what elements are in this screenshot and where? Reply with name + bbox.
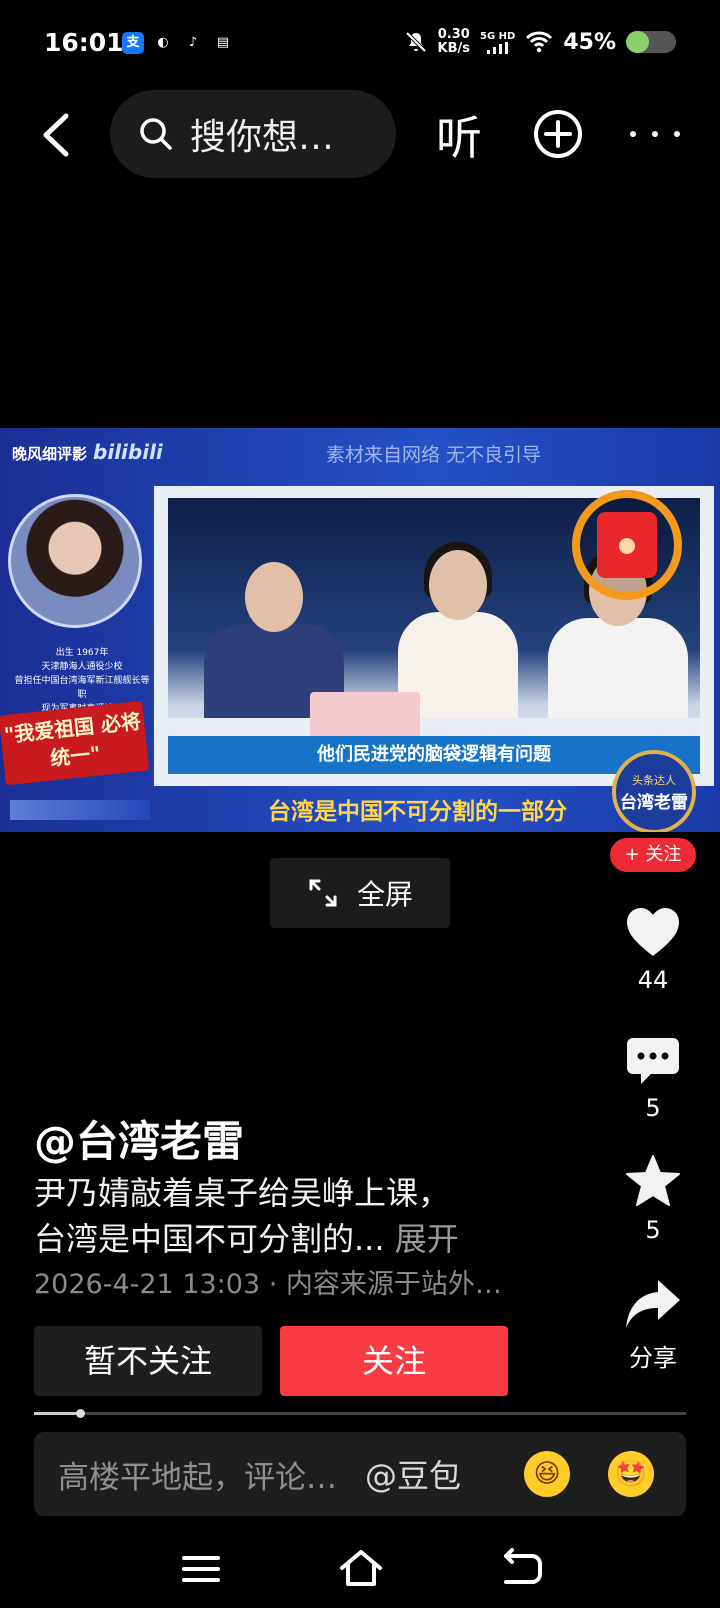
red-packet-icon[interactable] (572, 490, 682, 600)
progress-knob[interactable] (75, 1409, 85, 1418)
bilibili-logo: bilibili (93, 440, 163, 464)
system-nav-bar (0, 1530, 720, 1608)
comment-bubble-icon (627, 1038, 679, 1084)
video-banner-text: 台湾是中国不可分割的一部分 (268, 799, 567, 825)
battery-fill (626, 31, 649, 53)
channel-name: 晚风细评影 (12, 445, 88, 463)
like-count: 44 (637, 966, 669, 994)
not-follow-button[interactable]: 暂不关注 (34, 1326, 262, 1396)
add-circle-icon[interactable] (532, 108, 584, 160)
star-eyes-emoji-icon[interactable]: 🤩 (608, 1451, 654, 1497)
follow-button[interactable]: 关注 (280, 1326, 508, 1396)
bio-line: 曾担任中国台湾海军新江舰舰长等职 (14, 676, 150, 700)
author-name[interactable]: @台湾老雷 (34, 1108, 244, 1169)
panelist-head (245, 562, 303, 632)
menu-icon[interactable] (176, 1544, 226, 1594)
share-arrow-icon (626, 1280, 680, 1328)
net-speed: 0.30 KB/s (438, 28, 470, 56)
search-text: 搜你想… (190, 117, 335, 158)
battery-icon (626, 31, 676, 53)
status-bar: 16:01 支 ◐ ♪ ▤ 0.30 KB/s 5G HD 45% (0, 0, 720, 90)
bio-line: 出生 1967年 (55, 648, 109, 658)
panelist-woman-right (548, 548, 688, 734)
status-right: 0.30 KB/s 5G HD 45% (404, 28, 676, 56)
mute-bell-icon (405, 31, 426, 53)
author-badge[interactable]: 头条达人 台湾老雷 (612, 750, 696, 832)
laughing-emoji-icon[interactable]: 😆 (524, 1451, 570, 1497)
desc-line: 尹乃婧敲着桌子给吴峥上课， (34, 1174, 451, 1212)
top-nav: 搜你想… 听 (0, 90, 720, 180)
badge-tag: 头条达人 (632, 773, 676, 787)
follow-chip-button[interactable]: + 关注 (610, 838, 696, 872)
decorative-strip (10, 800, 150, 820)
comment-button[interactable]: 5 (620, 1036, 686, 1122)
mention-doubao[interactable]: @豆包 (365, 1451, 461, 1497)
follow-actions: 暂不关注 关注 (34, 1326, 508, 1396)
comment-placeholder: 高楼平地起，评论… (58, 1459, 337, 1496)
more-dot (674, 131, 680, 137)
progress-fill (34, 1412, 80, 1415)
fullscreen-button[interactable]: 全屏 (270, 858, 450, 928)
video-channel-watermark: 晚风细评影 bilibili (12, 440, 163, 464)
wallet-icon: ▤ (212, 32, 234, 54)
video-progress-bar[interactable] (34, 1409, 686, 1418)
red-packet-envelope (597, 512, 657, 578)
heart-icon (627, 908, 679, 956)
search-bar[interactable]: 搜你想… (110, 90, 396, 178)
app-swirl-icon: ◐ (152, 32, 174, 54)
tiktok-icon: ♪ (182, 32, 204, 54)
desc-line: 台湾是中国不可分割的... (34, 1220, 385, 1258)
back-arrow-icon[interactable] (34, 110, 84, 160)
back-icon[interactable] (496, 1544, 546, 1594)
wifi-icon (526, 31, 553, 53)
home-icon[interactable] (336, 1544, 386, 1594)
status-time: 16:01 (44, 28, 124, 57)
share-label: 分享 (629, 1344, 677, 1372)
battery-percent: 45% (563, 29, 616, 55)
slogan-banner: "我爱祖国 必将统一" (0, 700, 150, 786)
star-icon (626, 1155, 680, 1206)
video-source-note: 素材来自网络 无不良引导 (326, 444, 542, 466)
notification-icons: 支 ◐ ♪ ▤ (122, 32, 234, 54)
bio-line: 天津静海人通役少校 (41, 662, 123, 672)
signal-icon (486, 41, 508, 54)
fullscreen-label: 全屏 (356, 878, 413, 911)
expand-icon (309, 879, 337, 907)
post-description[interactable]: 尹乃婧敲着桌子给吴峥上课， 台湾是中国不可分割的... 展开 (34, 1170, 594, 1262)
more-dot (630, 131, 636, 137)
search-icon (140, 118, 172, 150)
post-meta: 2026-4-21 13:03 · 内容来源于站外… (34, 1269, 502, 1300)
alipay-icon: 支 (122, 32, 144, 54)
comment-count: 5 (645, 1094, 661, 1122)
listen-button[interactable]: 听 (436, 102, 482, 168)
more-options-icon[interactable] (630, 108, 680, 160)
comment-input[interactable]: 高楼平地起，评论… @豆包 😆 🤩 (34, 1432, 686, 1516)
video-player[interactable]: 晚风细评影 bilibili 素材来自网络 无不良引导 出生 1967年 天津静海… (0, 428, 720, 832)
network-type: 5G HD (480, 30, 516, 42)
signal-block: 5G HD (480, 31, 515, 54)
share-button[interactable]: 分享 (620, 1278, 686, 1373)
more-dot (652, 131, 658, 137)
badge-name: 台湾老雷 (620, 792, 688, 813)
commentator-portrait (8, 494, 142, 628)
desc-line-2: 台湾是中国不可分割的... 展开 (34, 1216, 594, 1262)
net-speed-unit: KB/s (437, 41, 470, 56)
like-button[interactable]: 44 (620, 906, 686, 994)
favorite-count: 5 (645, 1216, 661, 1244)
panelist-head (429, 550, 487, 620)
favorite-button[interactable]: 5 (620, 1154, 686, 1244)
expand-link[interactable]: 展开 (395, 1220, 459, 1258)
net-speed-value: 0.30 (437, 27, 470, 42)
